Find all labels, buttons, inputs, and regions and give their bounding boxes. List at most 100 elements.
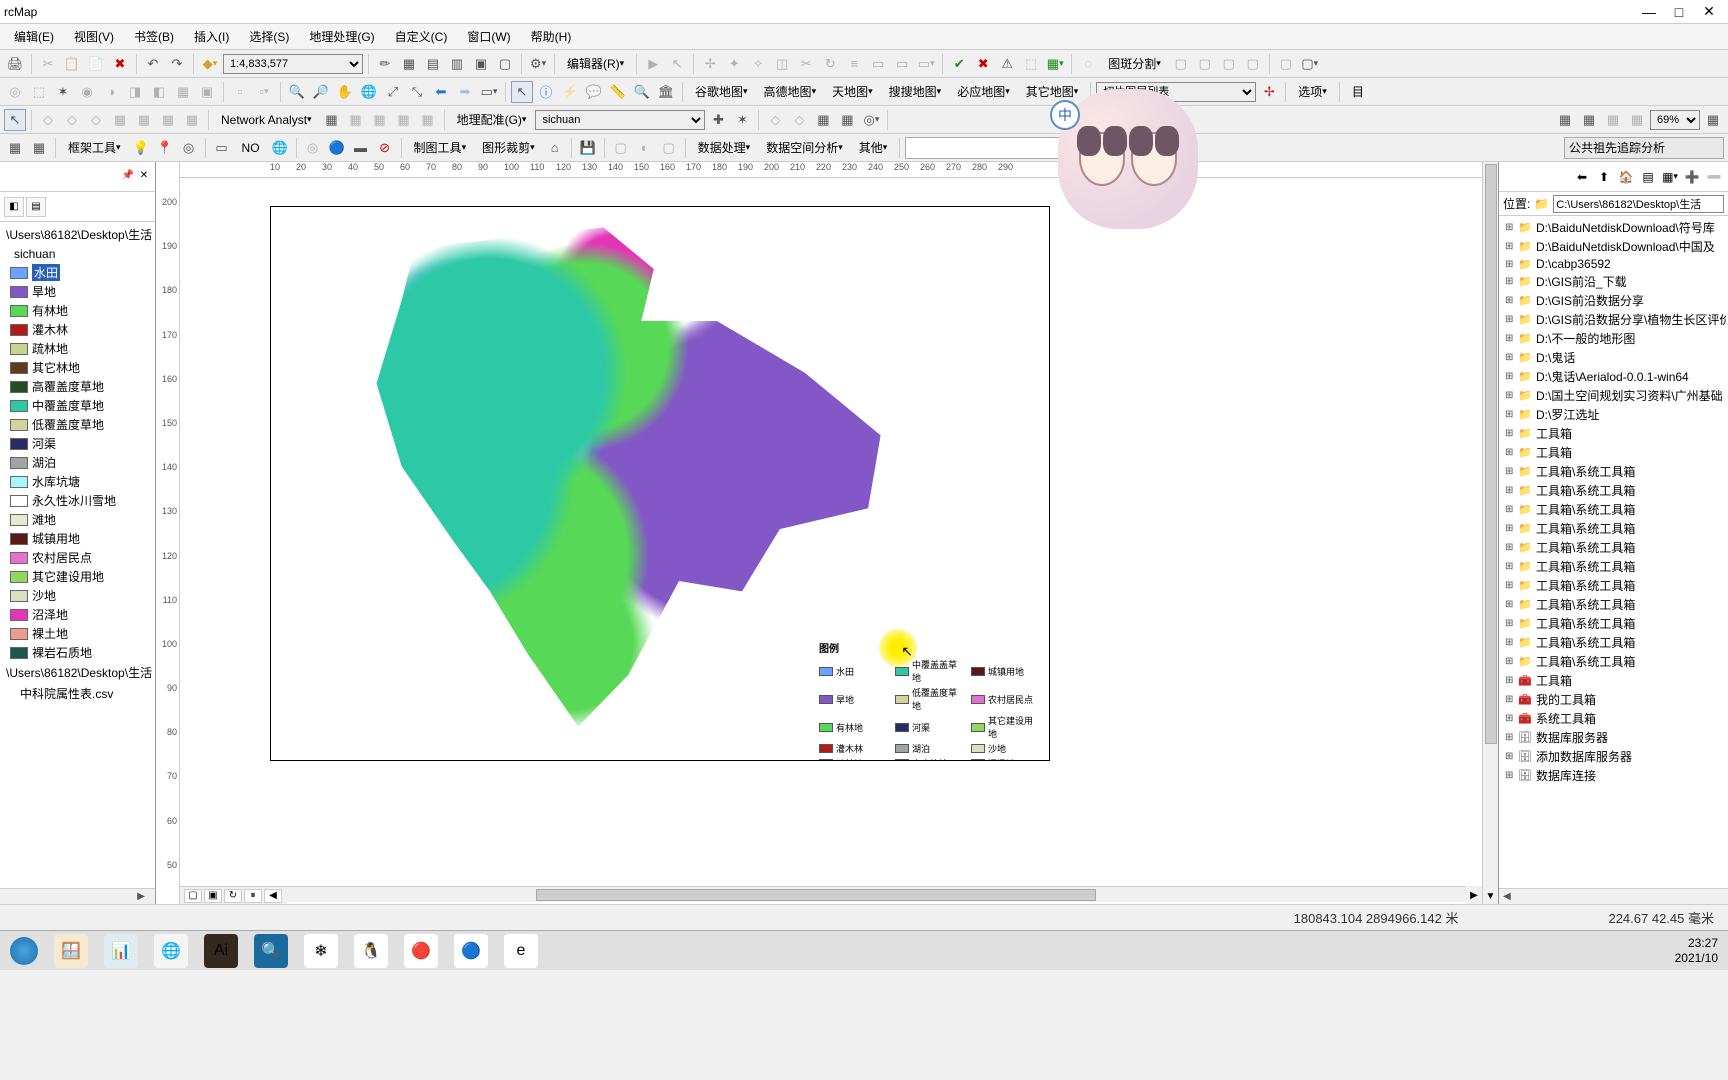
- menu-select[interactable]: 选择(S): [239, 25, 299, 48]
- map-scale-combo[interactable]: 1:4,833,577: [223, 54, 363, 74]
- maximize-button[interactable]: □: [1664, 4, 1694, 20]
- horizontal-scrollbar[interactable]: [286, 886, 1466, 902]
- na-icon7[interactable]: ▦: [181, 109, 203, 131]
- carto-icon7[interactable]: 🌐: [269, 137, 291, 159]
- python-icon[interactable]: ▢: [494, 53, 516, 75]
- clip-graphics-menu[interactable]: 图形裁剪: [475, 137, 542, 159]
- na-icon5[interactable]: ▦: [133, 109, 155, 131]
- catalog-item-1[interactable]: ⊞📁D:\BaiduNetdiskDownload\中国及: [1505, 237, 1726, 256]
- expand-icon[interactable]: ⊞: [1505, 409, 1517, 420]
- na-icon10[interactable]: ▦: [393, 109, 415, 131]
- carto-icon12[interactable]: ⌂: [544, 137, 566, 159]
- expand-icon[interactable]: ⊞: [1505, 751, 1517, 762]
- na-icon8[interactable]: ▦: [345, 109, 367, 131]
- carto-icon11[interactable]: ⊘: [374, 137, 396, 159]
- undo-icon[interactable]: ↶: [142, 53, 164, 75]
- tile-refresh-icon[interactable]: ✢: [1258, 81, 1280, 103]
- rotate-icon[interactable]: ↻: [819, 53, 841, 75]
- catalog-scrollbar[interactable]: ◀: [1499, 888, 1728, 904]
- carto-icon4[interactable]: 📍: [154, 137, 176, 159]
- save-icon[interactable]: 💾: [577, 137, 599, 159]
- vertical-scrollbar[interactable]: ▼: [1482, 162, 1498, 904]
- topology-icon[interactable]: ⬚: [1020, 53, 1042, 75]
- validate-icon[interactable]: ✔: [948, 53, 970, 75]
- catalog-item-11[interactable]: ⊞📁工具箱: [1505, 424, 1726, 443]
- expand-icon[interactable]: ⊞: [1505, 675, 1517, 686]
- amap-menu[interactable]: 高德地图: [757, 81, 824, 103]
- copy-icon[interactable]: 📋: [61, 53, 83, 75]
- tool-e-icon[interactable]: ▢: [1275, 53, 1297, 75]
- zoom-percent-combo[interactable]: 69%: [1650, 110, 1700, 130]
- select-tool-icon[interactable]: ⬚: [28, 81, 50, 103]
- menu-window[interactable]: 窗口(W): [457, 25, 520, 48]
- legend-item-10[interactable]: 湖泊: [0, 453, 155, 472]
- taskbar-app-5[interactable]: ❄: [304, 934, 338, 968]
- expand-icon[interactable]: ⊞: [1505, 637, 1517, 648]
- layout-canvas[interactable]: 图例 水田中覆盖盖草地城镇用地旱地低覆盖度草地农村居民点有林地河渠其它建设用地灌…: [180, 178, 1482, 886]
- ancestor-trace-combo[interactable]: 公共祖先追踪分析: [1564, 137, 1724, 159]
- legend-item-5[interactable]: 其它林地: [0, 358, 155, 377]
- expand-icon[interactable]: ⊞: [1505, 732, 1517, 743]
- catalog-item-19[interactable]: ⊞📁工具箱\系统工具箱: [1505, 576, 1726, 595]
- legend-item-19[interactable]: 裸土地: [0, 624, 155, 643]
- catalog-item-28[interactable]: ⊞🗄添加数据库服务器: [1505, 747, 1726, 766]
- menu-view[interactable]: 视图(V): [64, 25, 124, 48]
- taskbar-app-2[interactable]: 🌐: [154, 934, 188, 968]
- fix-icon[interactable]: ⚠: [996, 53, 1018, 75]
- find-icon[interactable]: 🔍: [631, 81, 653, 103]
- sketch-props-icon[interactable]: ▭: [867, 53, 889, 75]
- carto-icon5[interactable]: ◎: [178, 137, 200, 159]
- network-analyst-menu[interactable]: Network Analyst: [214, 109, 319, 131]
- expand-icon[interactable]: ⊞: [1505, 466, 1517, 477]
- layout-icon3[interactable]: ▦: [1602, 109, 1624, 131]
- legend-item-13[interactable]: 滩地: [0, 510, 155, 529]
- unk1-icon[interactable]: ▫: [229, 81, 251, 103]
- carto-icon14[interactable]: ◐: [634, 137, 656, 159]
- expand-icon[interactable]: ⊞: [1505, 333, 1517, 344]
- paste-icon[interactable]: 📄: [85, 53, 107, 75]
- expand-icon[interactable]: ⊞: [1505, 276, 1517, 287]
- catalog-item-16[interactable]: ⊞📁工具箱\系统工具箱: [1505, 519, 1726, 538]
- toc-layer-node[interactable]: sichuan: [0, 245, 155, 263]
- legend-item-15[interactable]: 农村居民点: [0, 548, 155, 567]
- na-icon9[interactable]: ▦: [369, 109, 391, 131]
- expand-icon[interactable]: ⊞: [1505, 599, 1517, 610]
- arctoolbox-icon[interactable]: ▣: [470, 53, 492, 75]
- menu-bookmark[interactable]: 书签(B): [124, 25, 184, 48]
- tool-c-icon[interactable]: ▢: [1218, 53, 1240, 75]
- options-menu[interactable]: 选项: [1291, 81, 1334, 103]
- expand-icon[interactable]: ⊞: [1505, 295, 1517, 306]
- catalog-item-24[interactable]: ⊞🧰工具箱: [1505, 671, 1726, 690]
- cat-up-icon[interactable]: ⬆: [1594, 167, 1614, 187]
- tianditu-menu[interactable]: 天地图: [825, 81, 880, 103]
- other-tools-menu[interactable]: 其他: [852, 137, 895, 159]
- expand-icon[interactable]: ⊞: [1505, 259, 1517, 270]
- measure-icon[interactable]: 📏: [607, 81, 629, 103]
- carto-icon9[interactable]: 🔵: [326, 137, 348, 159]
- other-maps-menu[interactable]: 其它地图: [1019, 81, 1086, 103]
- editor-menu[interactable]: 编辑器(R): [560, 53, 631, 75]
- legend-item-8[interactable]: 低覆盖度草地: [0, 415, 155, 434]
- layout-icon4[interactable]: ▦: [1626, 109, 1648, 131]
- redo-icon[interactable]: ↷: [166, 53, 188, 75]
- legend-item-7[interactable]: 中覆盖度草地: [0, 396, 155, 415]
- taskbar-app-7[interactable]: 🔴: [404, 934, 438, 968]
- frame-tools-menu[interactable]: 框架工具: [61, 137, 128, 159]
- legend-item-6[interactable]: 高覆盖度草地: [0, 377, 155, 396]
- legend-item-14[interactable]: 城镇用地: [0, 529, 155, 548]
- georef-icon2[interactable]: ✶: [731, 109, 753, 131]
- refresh-view-icon[interactable]: ▦: [1702, 109, 1724, 131]
- expand-icon[interactable]: ⊞: [1505, 390, 1517, 401]
- catalog-item-12[interactable]: ⊞📁工具箱: [1505, 443, 1726, 462]
- georef-icon3[interactable]: ◇: [764, 109, 786, 131]
- catalog-tree[interactable]: ⊞📁D:\BaiduNetdiskDownload\符号库⊞📁D:\BaiduN…: [1499, 216, 1728, 888]
- system-clock[interactable]: 23:27 2021/10: [1675, 936, 1718, 966]
- menu-geoprocessing[interactable]: 地理处理(G): [299, 25, 384, 48]
- legend-item-9[interactable]: 河渠: [0, 434, 155, 453]
- toc-scrollbar[interactable]: ▶: [0, 888, 155, 904]
- edit-play-icon[interactable]: ▶: [642, 53, 664, 75]
- close-button[interactable]: ✕: [1694, 3, 1724, 20]
- toc-root-node[interactable]: \Users\86182\Desktop\生活: [0, 224, 155, 245]
- taskbar-app-8[interactable]: 🔵: [454, 934, 488, 968]
- pointer-icon[interactable]: ↖: [4, 109, 26, 131]
